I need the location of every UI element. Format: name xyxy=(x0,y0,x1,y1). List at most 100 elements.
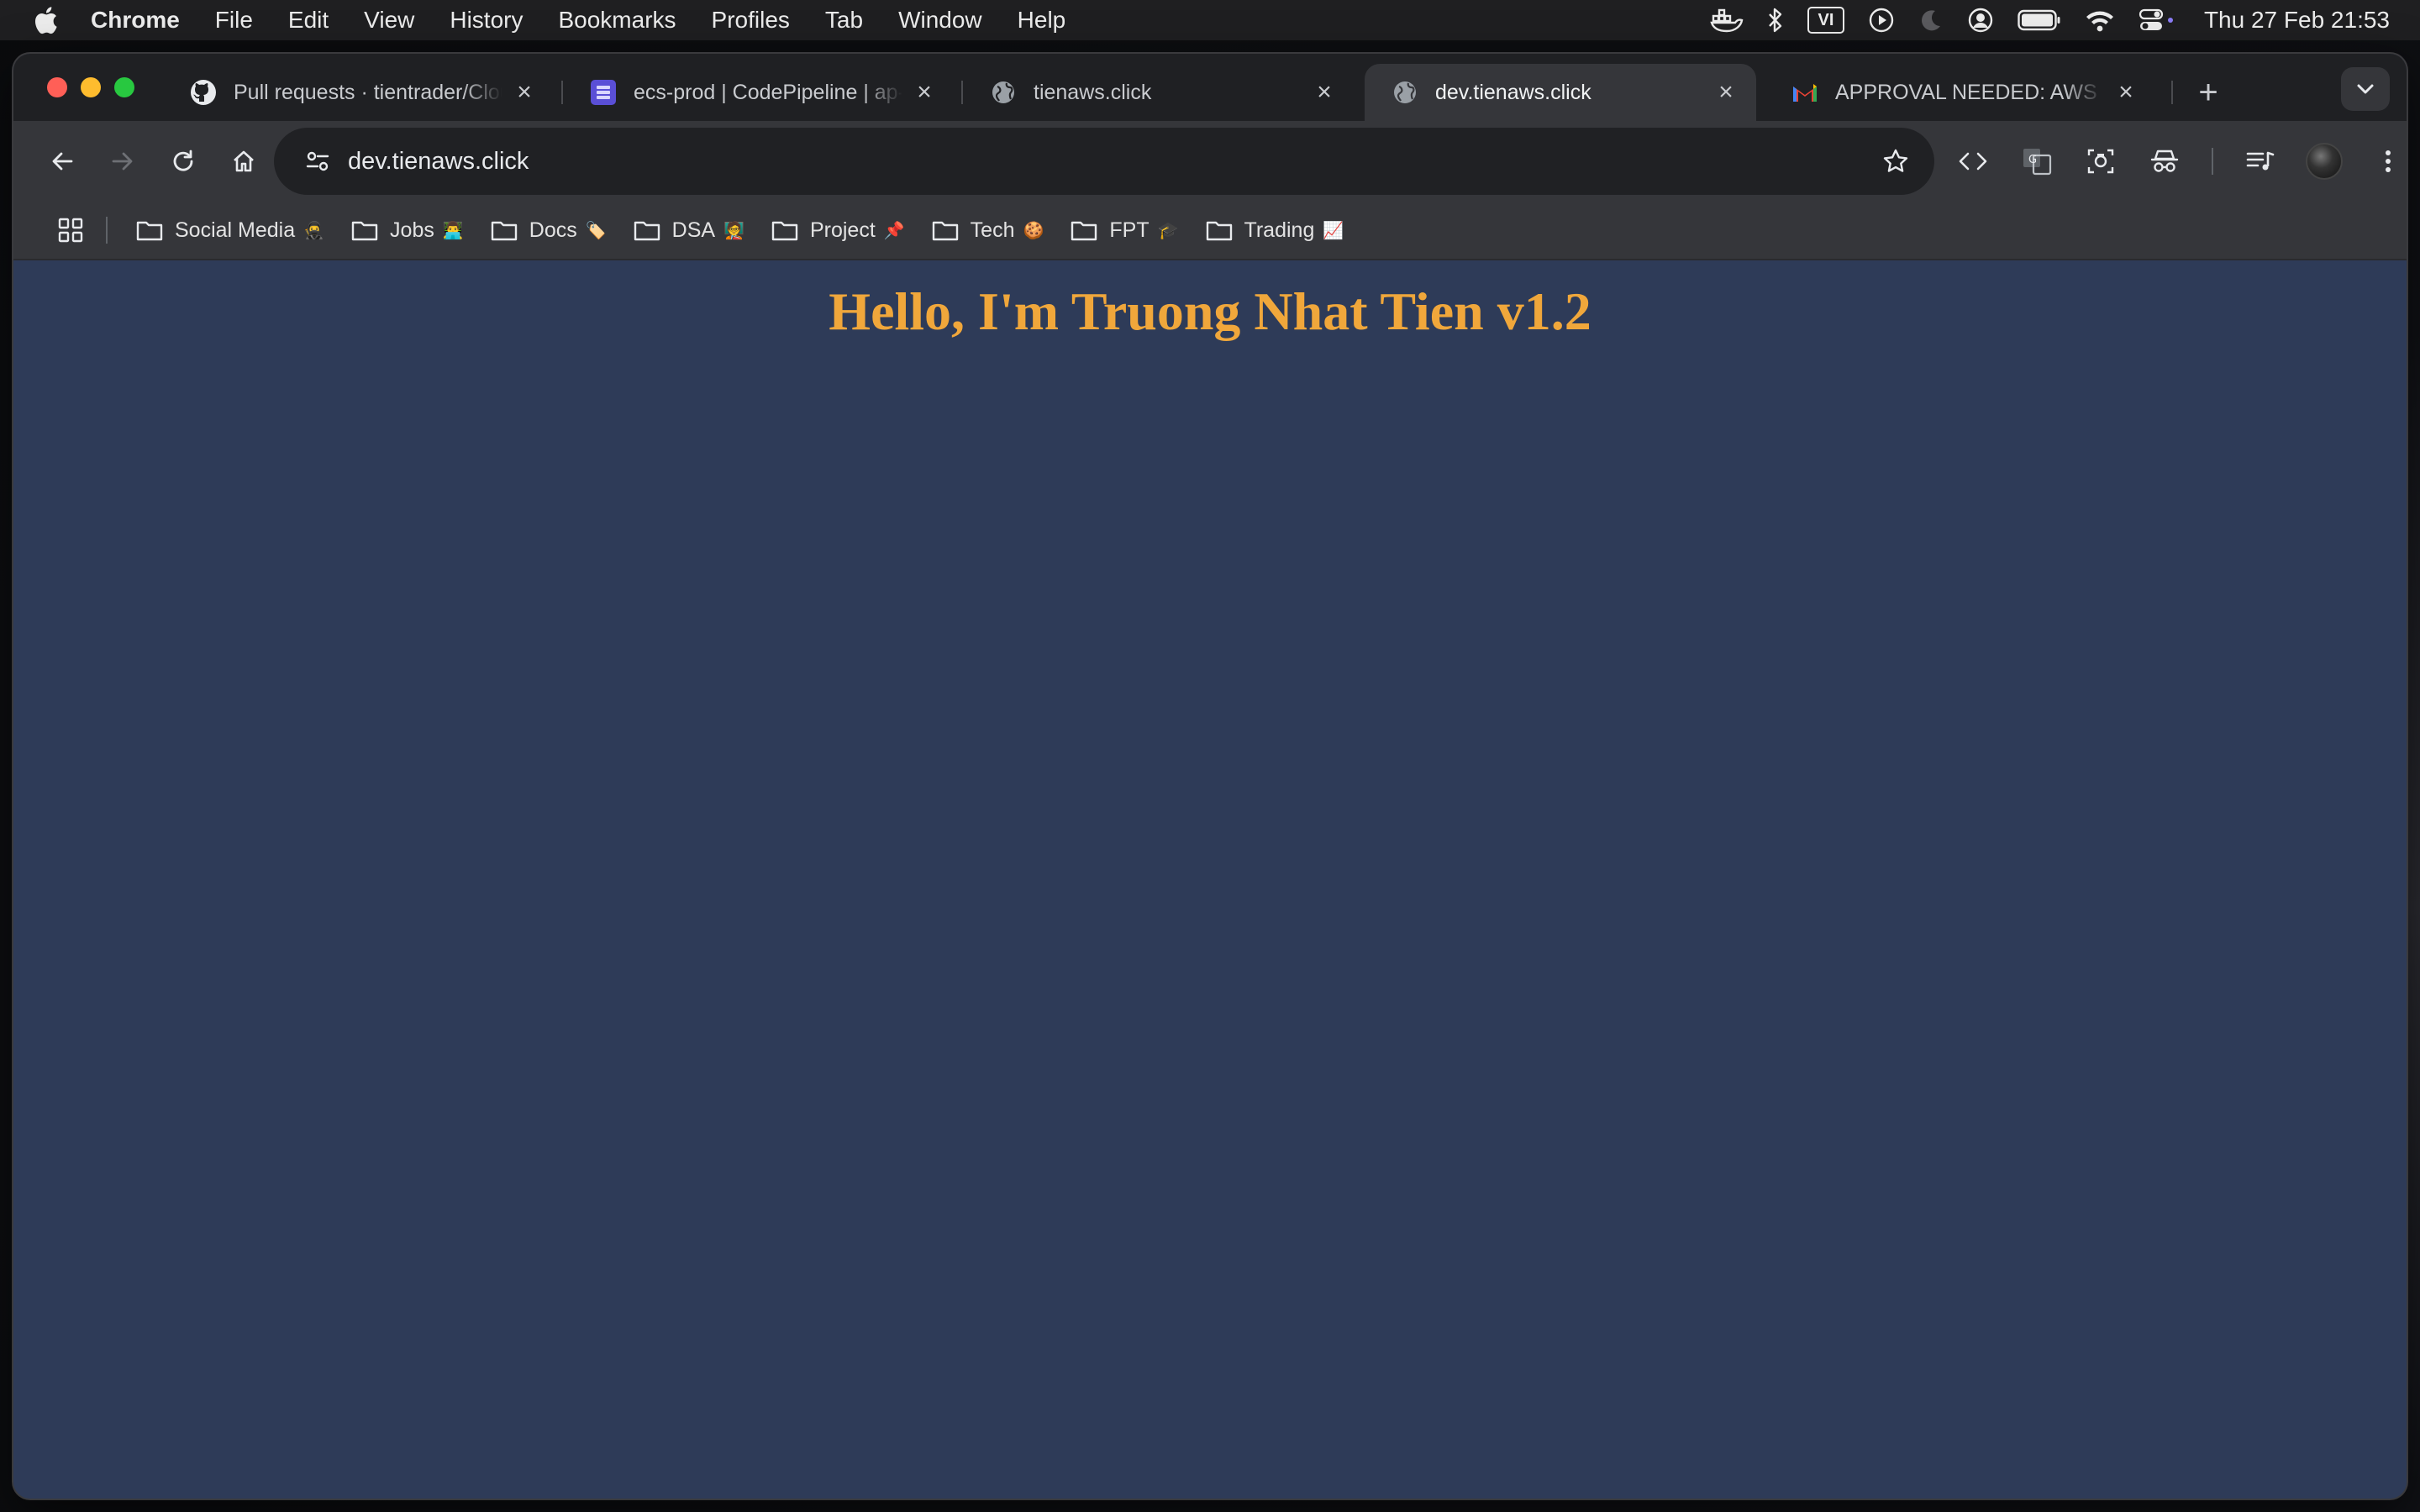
menu-bookmarks[interactable]: Bookmarks xyxy=(540,7,693,34)
bookmark-label: Social Media xyxy=(175,218,296,242)
tab-github-pull-requests[interactable]: Pull requests · tientrader/Clou × xyxy=(163,64,555,121)
address-bar[interactable]: dev.tienaws.click xyxy=(274,128,1934,195)
tab-search-chevron-icon[interactable] xyxy=(2341,67,2390,111)
folder-icon xyxy=(491,219,518,241)
docker-icon[interactable] xyxy=(1710,8,1744,33)
new-tab-plus-icon[interactable]: + xyxy=(2188,72,2228,113)
menu-history[interactable]: History xyxy=(432,7,540,34)
tab-codepipeline[interactable]: ecs-prod | CodePipeline | ap- × xyxy=(563,64,955,121)
bookmark-label: Tech xyxy=(970,218,1015,242)
bookmark-label: FPT xyxy=(1109,218,1150,242)
window-close-button[interactable] xyxy=(47,77,67,97)
folder-icon xyxy=(351,219,378,241)
incognito-spy-icon[interactable] xyxy=(2134,131,2195,192)
bookmarks-bar: Social Media 🥷 Jobs 👨‍💻 Docs 🏷️ DSA 🧑‍🏫 … xyxy=(13,202,2407,260)
tab-title: Pull requests · tientrader/Clou xyxy=(234,80,502,104)
web-page-content: Hello, I'm Truong Nhat Tien v1.2 xyxy=(13,260,2407,1499)
bookmark-label: Docs xyxy=(529,218,577,242)
window-zoom-button[interactable] xyxy=(114,77,134,97)
wifi-icon[interactable] xyxy=(2085,8,2115,32)
bookmark-folder-docs[interactable]: Docs 🏷️ xyxy=(477,207,620,254)
tab-close-icon[interactable]: × xyxy=(911,78,938,106)
tab-tienaws-click[interactable]: tienaws.click × xyxy=(963,64,1355,121)
bookmark-emoji: 🍪 xyxy=(1023,221,1044,240)
bookmarks-divider xyxy=(106,217,108,244)
bookmark-label: Jobs xyxy=(390,218,434,242)
reload-icon[interactable] xyxy=(153,131,213,192)
macos-menu-bar: Chrome File Edit View History Bookmarks … xyxy=(0,0,2420,40)
svg-text:G: G xyxy=(2028,154,2037,166)
battery-icon[interactable] xyxy=(2018,9,2061,31)
window-controls xyxy=(47,77,134,97)
focus-moon-icon[interactable] xyxy=(1918,8,1944,33)
menu-file[interactable]: File xyxy=(197,7,271,34)
tab-dev-tienaws-click[interactable]: dev.tienaws.click × xyxy=(1365,64,1756,121)
play-circle-icon[interactable] xyxy=(1868,7,1895,34)
folder-icon xyxy=(136,219,163,241)
code-brackets-icon[interactable] xyxy=(1943,131,2003,192)
tab-gmail-approval[interactable]: APPROVAL NEEDED: AWS Co × xyxy=(1765,64,2156,121)
tab-close-icon[interactable]: × xyxy=(1311,78,1338,106)
tab-title: tienaws.click xyxy=(1034,80,1152,104)
codepipeline-icon xyxy=(590,79,617,106)
address-bar-url[interactable]: dev.tienaws.click xyxy=(348,148,1872,176)
bookmark-emoji: 👨‍💻 xyxy=(442,221,464,240)
globe-icon xyxy=(1392,79,1418,106)
translate-icon[interactable]: G xyxy=(2007,131,2067,192)
bookmark-emoji: 🧑‍🏫 xyxy=(723,221,744,240)
gmail-icon xyxy=(1791,79,1818,106)
folder-icon xyxy=(634,219,660,241)
menu-profiles[interactable]: Profiles xyxy=(694,7,808,34)
bookmark-folder-tech[interactable]: Tech 🍪 xyxy=(918,207,1058,254)
bookmark-folder-fpt[interactable]: FPT 🎓 xyxy=(1057,207,1192,254)
bookmark-emoji: 📈 xyxy=(1323,221,1344,240)
page-heading: Hello, I'm Truong Nhat Tien v1.2 xyxy=(829,281,1591,341)
menu-help[interactable]: Help xyxy=(1000,7,1084,34)
tab-separator xyxy=(2171,81,2173,104)
folder-icon xyxy=(932,219,959,241)
user-account-icon[interactable] xyxy=(1967,7,1994,34)
github-icon xyxy=(190,79,217,106)
profile-avatar[interactable] xyxy=(2294,131,2354,192)
tab-title: APPROVAL NEEDED: AWS Co xyxy=(1835,80,2104,104)
apps-grid-icon[interactable] xyxy=(37,217,104,244)
folder-icon xyxy=(771,219,798,241)
window-minimize-button[interactable] xyxy=(81,77,101,97)
screenshot-camera-icon[interactable] xyxy=(2070,131,2131,192)
bookmark-emoji: 📌 xyxy=(883,221,905,240)
tab-close-icon[interactable]: × xyxy=(511,78,538,106)
bookmark-folder-dsa[interactable]: DSA 🧑‍🏫 xyxy=(620,207,758,254)
bookmark-emoji: 🎓 xyxy=(1157,221,1179,240)
bookmark-folder-project[interactable]: Project 📌 xyxy=(758,207,918,254)
apple-menu-icon[interactable] xyxy=(0,6,91,34)
input-method-label: VI xyxy=(1807,7,1844,34)
browser-toolbar: dev.tienaws.click G xyxy=(13,121,2407,202)
bookmark-folder-trading[interactable]: Trading 📈 xyxy=(1192,207,1358,254)
menu-app-name[interactable]: Chrome xyxy=(91,7,197,34)
input-method-icon[interactable]: VI xyxy=(1807,7,1844,34)
control-center-icon[interactable] xyxy=(2139,8,2175,33)
tab-close-icon[interactable]: × xyxy=(2112,78,2139,106)
menu-bar-clock[interactable]: Thu 27 Feb 21:53 xyxy=(2204,7,2390,34)
tab-close-icon[interactable]: × xyxy=(1712,78,1739,106)
bookmark-emoji: 🏷️ xyxy=(585,221,607,240)
home-icon[interactable] xyxy=(213,131,274,192)
bluetooth-icon[interactable] xyxy=(1767,8,1784,33)
forward-arrow-icon[interactable] xyxy=(92,131,153,192)
folder-icon xyxy=(1206,219,1233,241)
menu-view[interactable]: View xyxy=(346,7,432,34)
avatar xyxy=(2306,143,2343,180)
menu-edit[interactable]: Edit xyxy=(271,7,346,34)
bookmark-label: DSA xyxy=(671,218,716,242)
chrome-menu-kebab-icon[interactable] xyxy=(2358,131,2407,192)
globe-icon xyxy=(990,79,1017,106)
back-arrow-icon[interactable] xyxy=(32,131,92,192)
site-info-tune-icon[interactable] xyxy=(294,138,341,185)
bookmark-folder-social-media[interactable]: Social Media 🥷 xyxy=(123,207,338,254)
media-queue-icon[interactable] xyxy=(2230,131,2291,192)
menu-tab[interactable]: Tab xyxy=(808,7,881,34)
bookmark-star-icon[interactable] xyxy=(1872,138,1919,185)
toolbar-divider xyxy=(2212,148,2213,175)
menu-window[interactable]: Window xyxy=(881,7,1000,34)
bookmark-folder-jobs[interactable]: Jobs 👨‍💻 xyxy=(338,207,477,254)
